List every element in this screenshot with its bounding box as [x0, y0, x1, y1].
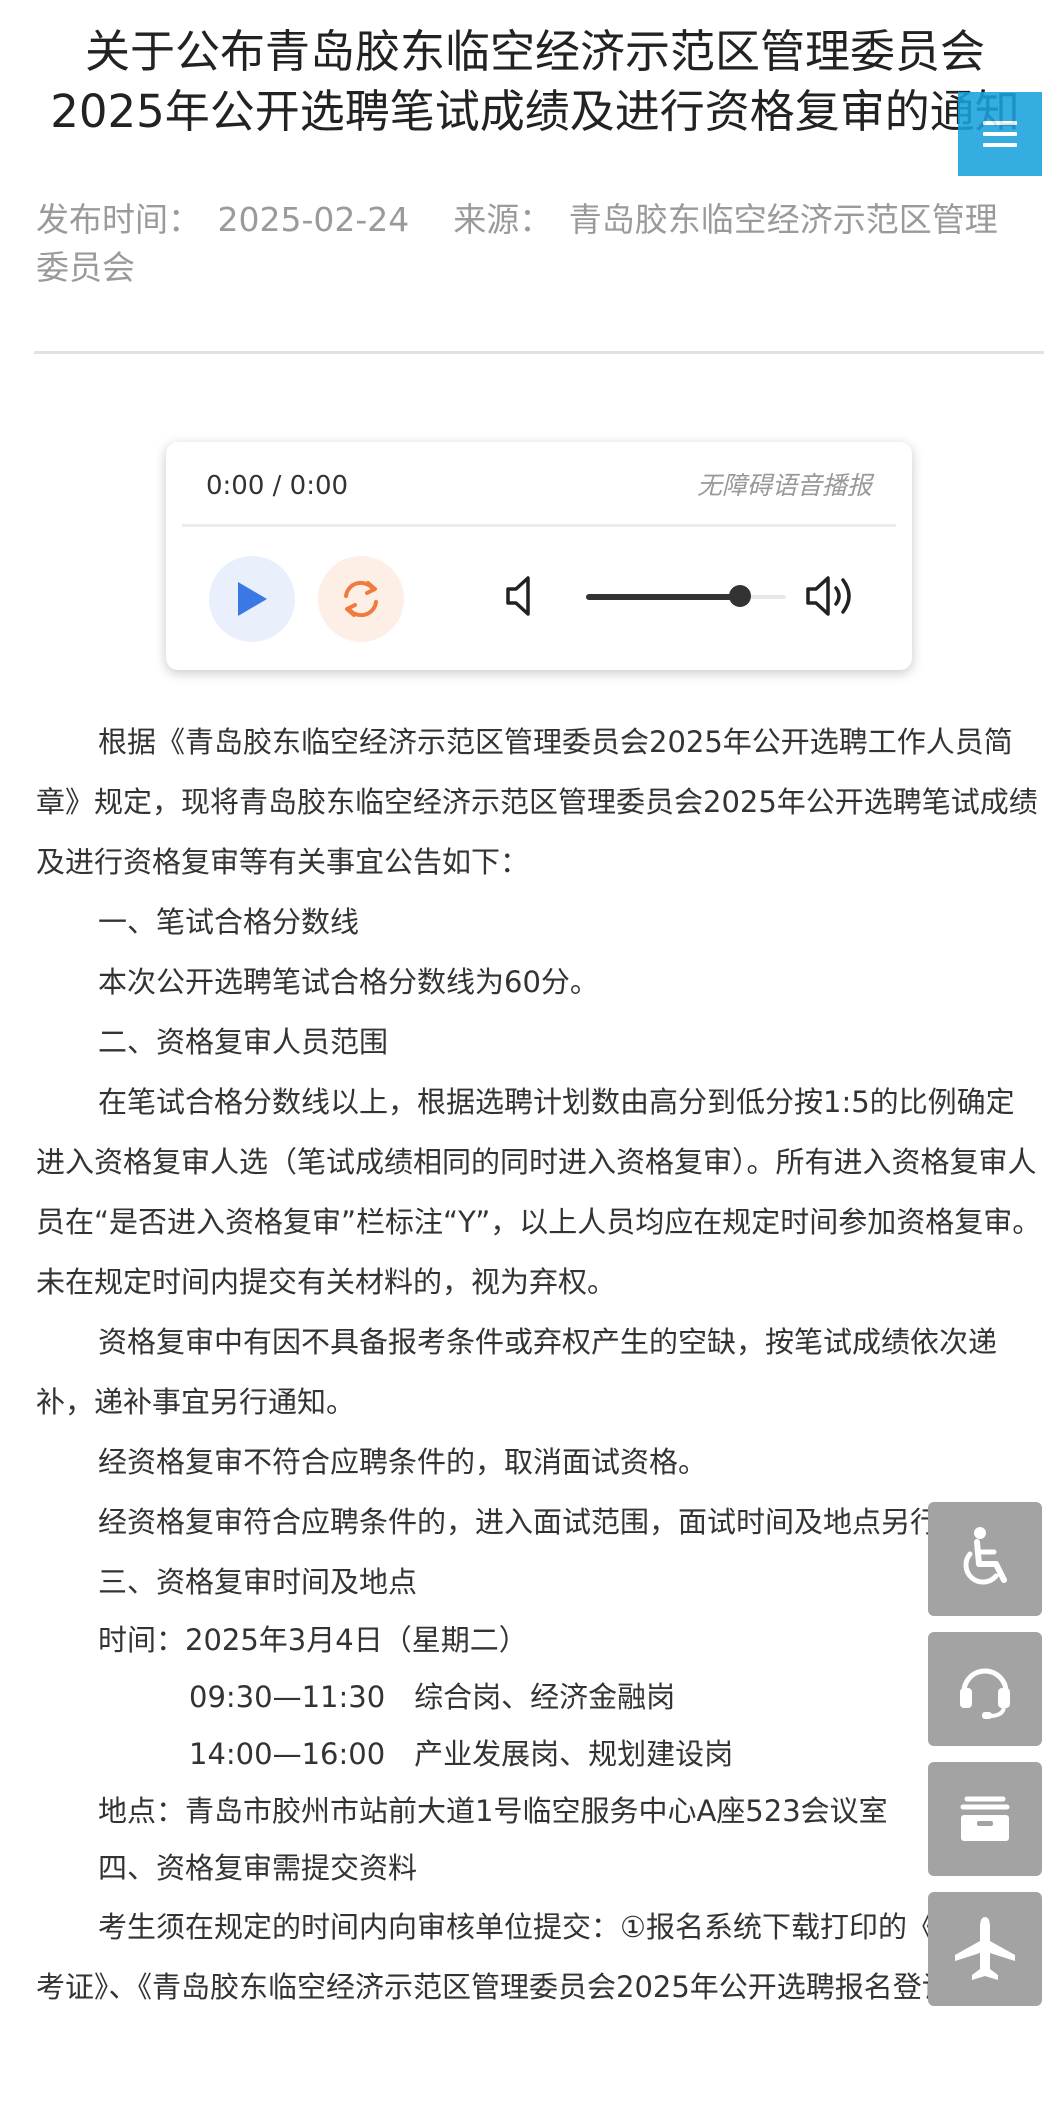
publish-label: 发布时间：: [36, 200, 201, 239]
time-display: 0:00 / 0:00: [206, 471, 349, 501]
headset-icon: [960, 1668, 1010, 1719]
section-heading-3: 三、资格复审时间及地点: [98, 1565, 418, 1599]
volume-high-icon[interactable]: [804, 570, 864, 622]
travel-button[interactable]: [928, 1892, 1042, 2006]
paragraph: 经资格复审符合应聘条件的，进入面试范围，面试时间及地点另行通知。: [98, 1505, 1027, 1539]
article-meta: 发布时间： 2025-02-24 来源： 青岛胶东临空经济示范区管理 委员会: [36, 196, 1026, 292]
publish-date: 2025-02-24: [217, 200, 410, 239]
replay-icon: [344, 580, 378, 618]
volume-fill: [586, 594, 740, 600]
divider: [34, 351, 1044, 354]
section-heading-2: 二、资格复审人员范围: [98, 1025, 389, 1059]
article-title-line-1: 关于公布青岛胶东临空经济示范区管理委员会: [84, 25, 985, 78]
section-heading-1: 一、笔试合格分数线: [98, 905, 360, 939]
paragraph-intro: 根据《青岛胶东临空经济示范区管理委员会2025年公开选聘工作人员简章》规定，现将…: [36, 725, 1038, 879]
airplane-icon: [955, 1917, 1015, 1980]
review-location: 地点：青岛市胶州市站前大道1号临空服务中心A座523会议室: [98, 1794, 888, 1828]
play-icon: [238, 582, 267, 616]
section-heading-4: 四、资格复审需提交资料: [98, 1851, 418, 1885]
source-name-cont: 委员会: [36, 248, 135, 287]
tts-audio-player: 0:00 / 0:00 无障碍语音播报: [166, 442, 912, 670]
paragraph: 本次公开选聘笔试合格分数线为60分。: [98, 965, 599, 999]
wheelchair-icon: [963, 1527, 1007, 1585]
customer-service-button[interactable]: [928, 1632, 1042, 1746]
menu-icon: [983, 121, 1017, 125]
review-slot-afternoon: 14:00—16:00 产业发展岗、规划建设岗: [189, 1737, 734, 1771]
accessibility-button[interactable]: [928, 1502, 1042, 1616]
volume-low-icon[interactable]: [504, 572, 538, 620]
tts-label: 无障碍语音播报: [696, 471, 872, 500]
play-button[interactable]: [209, 556, 295, 642]
article-title: 关于公布青岛胶东临空经济示范区管理委员会 2025年公开选聘笔试成绩及进行资格复…: [40, 22, 1030, 142]
volume-knob[interactable]: [729, 585, 751, 607]
replay-button[interactable]: [318, 556, 404, 642]
article-body: 根据《青岛胶东临空经济示范区管理委员会2025年公开选聘工作人员简章》规定，现将…: [36, 712, 1042, 2017]
player-divider: [182, 524, 896, 527]
paragraph: 在笔试合格分数线以上，根据选聘计划数由高分到低分按1:5的比例确定进入资格复审人…: [36, 1085, 1042, 1299]
source-name: 青岛胶东临空经济示范区管理: [568, 200, 998, 239]
archive-box-icon: [960, 1796, 1010, 1841]
review-date: 时间：2025年3月4日（星期二）: [98, 1623, 528, 1657]
review-slot-morning: 09:30—11:30 综合岗、经济金融岗: [189, 1680, 676, 1714]
archive-button[interactable]: [928, 1762, 1042, 1876]
paragraph: 考生须在规定的时间内向审核单位提交：①报名系统下载打印的《笔试准考证》、《青岛胶…: [36, 1910, 1023, 2004]
menu-button[interactable]: [958, 92, 1042, 176]
source-label: 来源：: [453, 200, 553, 239]
paragraph: 资格复审中有因不具备报考条件或弃权产生的空缺，按笔试成绩依次递补，递补事宜另行通…: [36, 1325, 998, 1419]
paragraph: 经资格复审不符合应聘条件的，取消面试资格。: [98, 1445, 708, 1479]
volume-slider[interactable]: [586, 585, 786, 607]
article-title-line-2: 2025年公开选聘笔试成绩及进行资格复审的通知: [50, 85, 1020, 138]
